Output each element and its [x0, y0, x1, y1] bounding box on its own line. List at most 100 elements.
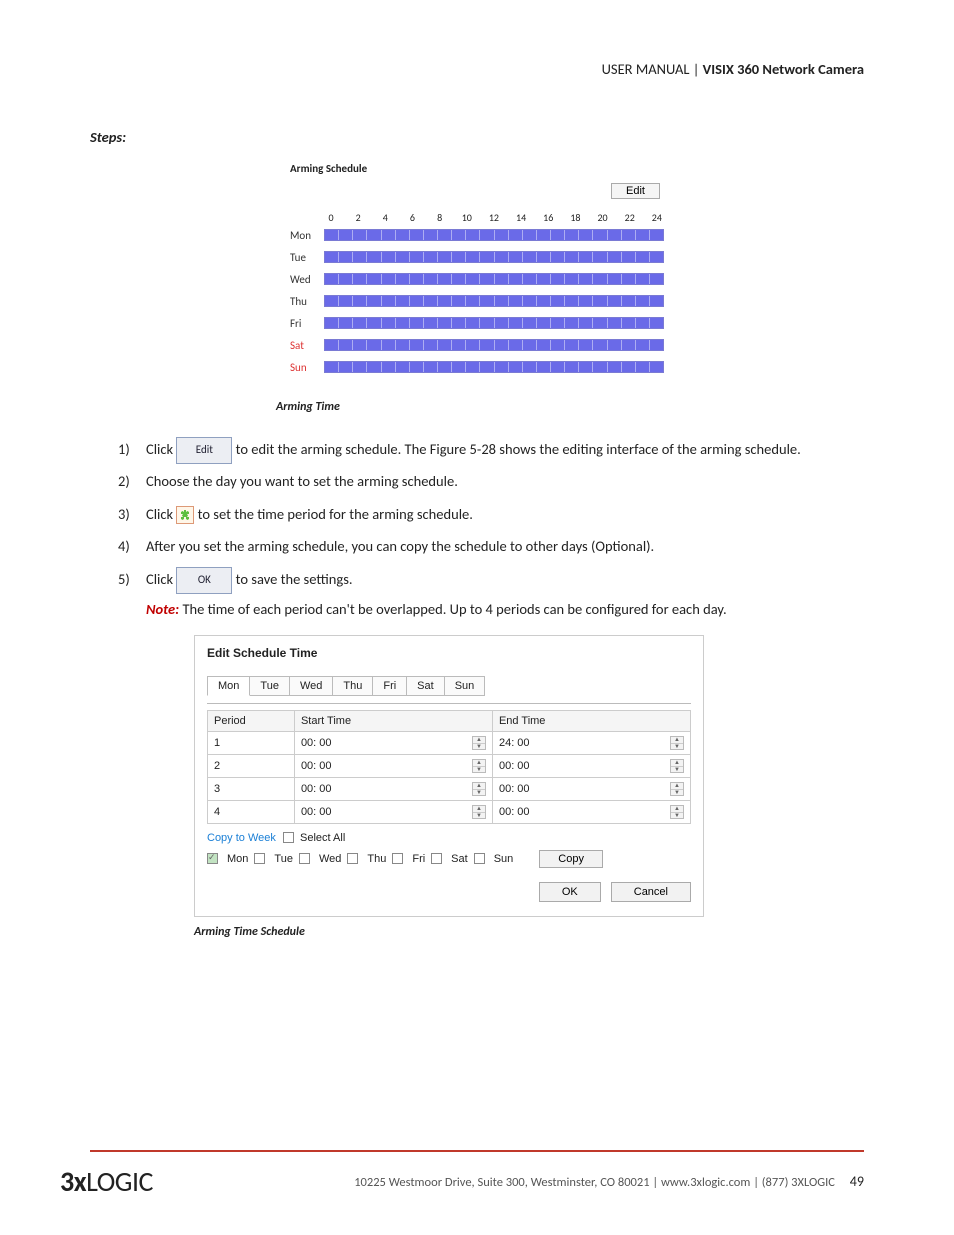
hour-tick: 20: [596, 211, 610, 224]
period-cell: 4: [208, 800, 295, 823]
day-checkbox-label: Mon: [227, 853, 248, 865]
day-row: Sat: [290, 336, 664, 354]
day-checkbox-label: Sun: [494, 853, 514, 865]
day-checkbox-thu[interactable]: [347, 853, 358, 864]
tab-wed[interactable]: Wed: [289, 676, 333, 696]
period-cell: 3: [208, 777, 295, 800]
edit-schedule-figure: Edit Schedule Time MonTueWedThuFriSatSun…: [194, 635, 704, 917]
table-row: 2 00: 00▲▼ 00: 00▲▼: [208, 754, 691, 777]
start-time-cell[interactable]: 00: 00▲▼: [301, 759, 486, 773]
page-number: 49: [850, 1173, 864, 1190]
hour-tick: 24: [650, 211, 664, 224]
tab-fri[interactable]: Fri: [372, 676, 407, 696]
step-text: to edit the arming schedule. The Figure …: [236, 440, 801, 458]
steps-list: Click Edit to edit the arming schedule. …: [118, 434, 864, 625]
period-cell: 1: [208, 731, 295, 754]
day-tabs: MonTueWedThuFriSatSun: [207, 676, 691, 696]
brand-3: 3: [60, 1164, 74, 1199]
hour-tick: 4: [378, 211, 392, 224]
edit-button[interactable]: Edit: [611, 183, 660, 199]
time-spinner-icon[interactable]: ▲▼: [472, 782, 486, 796]
hour-tick: 18: [568, 211, 582, 224]
tab-sun[interactable]: Sun: [444, 676, 486, 696]
select-all-checkbox[interactable]: [283, 832, 294, 843]
day-checkbox-fri[interactable]: [392, 853, 403, 864]
start-time-cell[interactable]: 00: 00▲▼: [301, 805, 486, 819]
schedule-bar[interactable]: [324, 317, 664, 329]
schedule-bar[interactable]: [324, 229, 664, 241]
day-label: Mon: [290, 229, 324, 242]
step-text: Choose the day you want to set the armin…: [146, 472, 458, 490]
col-period: Period: [208, 710, 295, 731]
col-end: End Time: [492, 710, 690, 731]
end-time-cell[interactable]: 00: 00▲▼: [499, 782, 684, 796]
day-row: Wed: [290, 270, 664, 288]
hour-tick: 14: [514, 211, 528, 224]
arming-schedule-title: Arming Schedule: [290, 162, 664, 175]
day-checkbox-label: Wed: [319, 853, 341, 865]
periods-table: Period Start Time End Time 100: 00▲▼24: …: [207, 710, 691, 824]
time-spinner-icon[interactable]: ▲▼: [670, 782, 684, 796]
day-row: Thu: [290, 292, 664, 310]
day-checkbox-sat[interactable]: [431, 853, 442, 864]
step-text: to set the time period for the arming sc…: [198, 505, 473, 523]
note-text: The time of each period can't be overlap…: [182, 600, 726, 618]
tab-sat[interactable]: Sat: [406, 676, 445, 696]
time-spinner-icon[interactable]: ▲▼: [472, 759, 486, 773]
day-row: Fri: [290, 314, 664, 332]
step-3: Click to set the time period for the arm…: [118, 499, 864, 529]
day-checkbox-mon[interactable]: [207, 853, 218, 864]
hour-tick: 6: [405, 211, 419, 224]
end-time-cell[interactable]: 00: 00▲▼: [499, 805, 684, 819]
day-checkbox-label: Fri: [412, 853, 425, 865]
copy-to-week-label: Copy to Week: [207, 832, 276, 844]
copy-button[interactable]: Copy: [539, 850, 603, 868]
day-label: Thu: [290, 295, 324, 308]
day-checkbox-sun[interactable]: [474, 853, 485, 864]
end-time-cell[interactable]: 00: 00▲▼: [499, 759, 684, 773]
time-spinner-icon[interactable]: ▲▼: [670, 805, 684, 819]
ok-button[interactable]: OK: [539, 882, 601, 902]
day-label: Sat: [290, 339, 324, 352]
table-row: 1 00: 00▲▼ 24: 00▲▼: [208, 731, 691, 754]
time-spinner-icon[interactable]: ▲▼: [472, 805, 486, 819]
day-label: Tue: [290, 251, 324, 264]
hour-tick: 8: [433, 211, 447, 224]
header-bold: VISIX 360 Network Camera: [703, 60, 864, 78]
step-4: After you set the arming schedule, you c…: [118, 531, 864, 561]
schedule-bar[interactable]: [324, 251, 664, 263]
start-time-cell[interactable]: 00: 00▲▼: [301, 736, 486, 750]
day-row: Mon: [290, 226, 664, 244]
hour-tick: 22: [623, 211, 637, 224]
schedule-bar[interactable]: [324, 273, 664, 285]
day-checkbox-tue[interactable]: [254, 853, 265, 864]
schedule-bar[interactable]: [324, 295, 664, 307]
tab-thu[interactable]: Thu: [332, 676, 373, 696]
arming-schedule-figure: Arming Schedule Edit 0 2 4 6 8 10 12 14 …: [282, 156, 672, 390]
time-spinner-icon[interactable]: ▲▼: [670, 736, 684, 750]
header-left: USER MANUAL |: [602, 60, 703, 78]
arming-caption: Arming Time: [276, 400, 864, 414]
step-text: After you set the arming schedule, you c…: [146, 537, 654, 555]
time-spinner-icon[interactable]: ▲▼: [670, 759, 684, 773]
tab-tue[interactable]: Tue: [249, 676, 290, 696]
time-spinner-icon[interactable]: ▲▼: [472, 736, 486, 750]
schedule-bar[interactable]: [324, 361, 664, 373]
day-checkbox-wed[interactable]: [299, 853, 310, 864]
cancel-button[interactable]: Cancel: [611, 882, 691, 902]
ok-button-inline[interactable]: OK: [176, 567, 232, 594]
footer-rule: [90, 1150, 864, 1152]
edit-button-inline[interactable]: Edit: [176, 437, 232, 464]
brand-logo: 3xLOGIC: [60, 1164, 153, 1199]
puzzle-icon[interactable]: [176, 506, 194, 524]
step-text: Click: [146, 505, 176, 523]
schedule-bar[interactable]: [324, 339, 664, 351]
day-checkbox-label: Sat: [451, 853, 468, 865]
day-label: Sun: [290, 361, 324, 374]
period-cell: 2: [208, 754, 295, 777]
page-footer: 3xLOGIC 10225 Westmoor Drive, Suite 300,…: [0, 1164, 954, 1229]
tab-mon[interactable]: Mon: [207, 676, 250, 696]
edit-schedule-title: Edit Schedule Time: [207, 646, 691, 660]
start-time-cell[interactable]: 00: 00▲▼: [301, 782, 486, 796]
end-time-cell[interactable]: 24: 00▲▼: [499, 736, 684, 750]
